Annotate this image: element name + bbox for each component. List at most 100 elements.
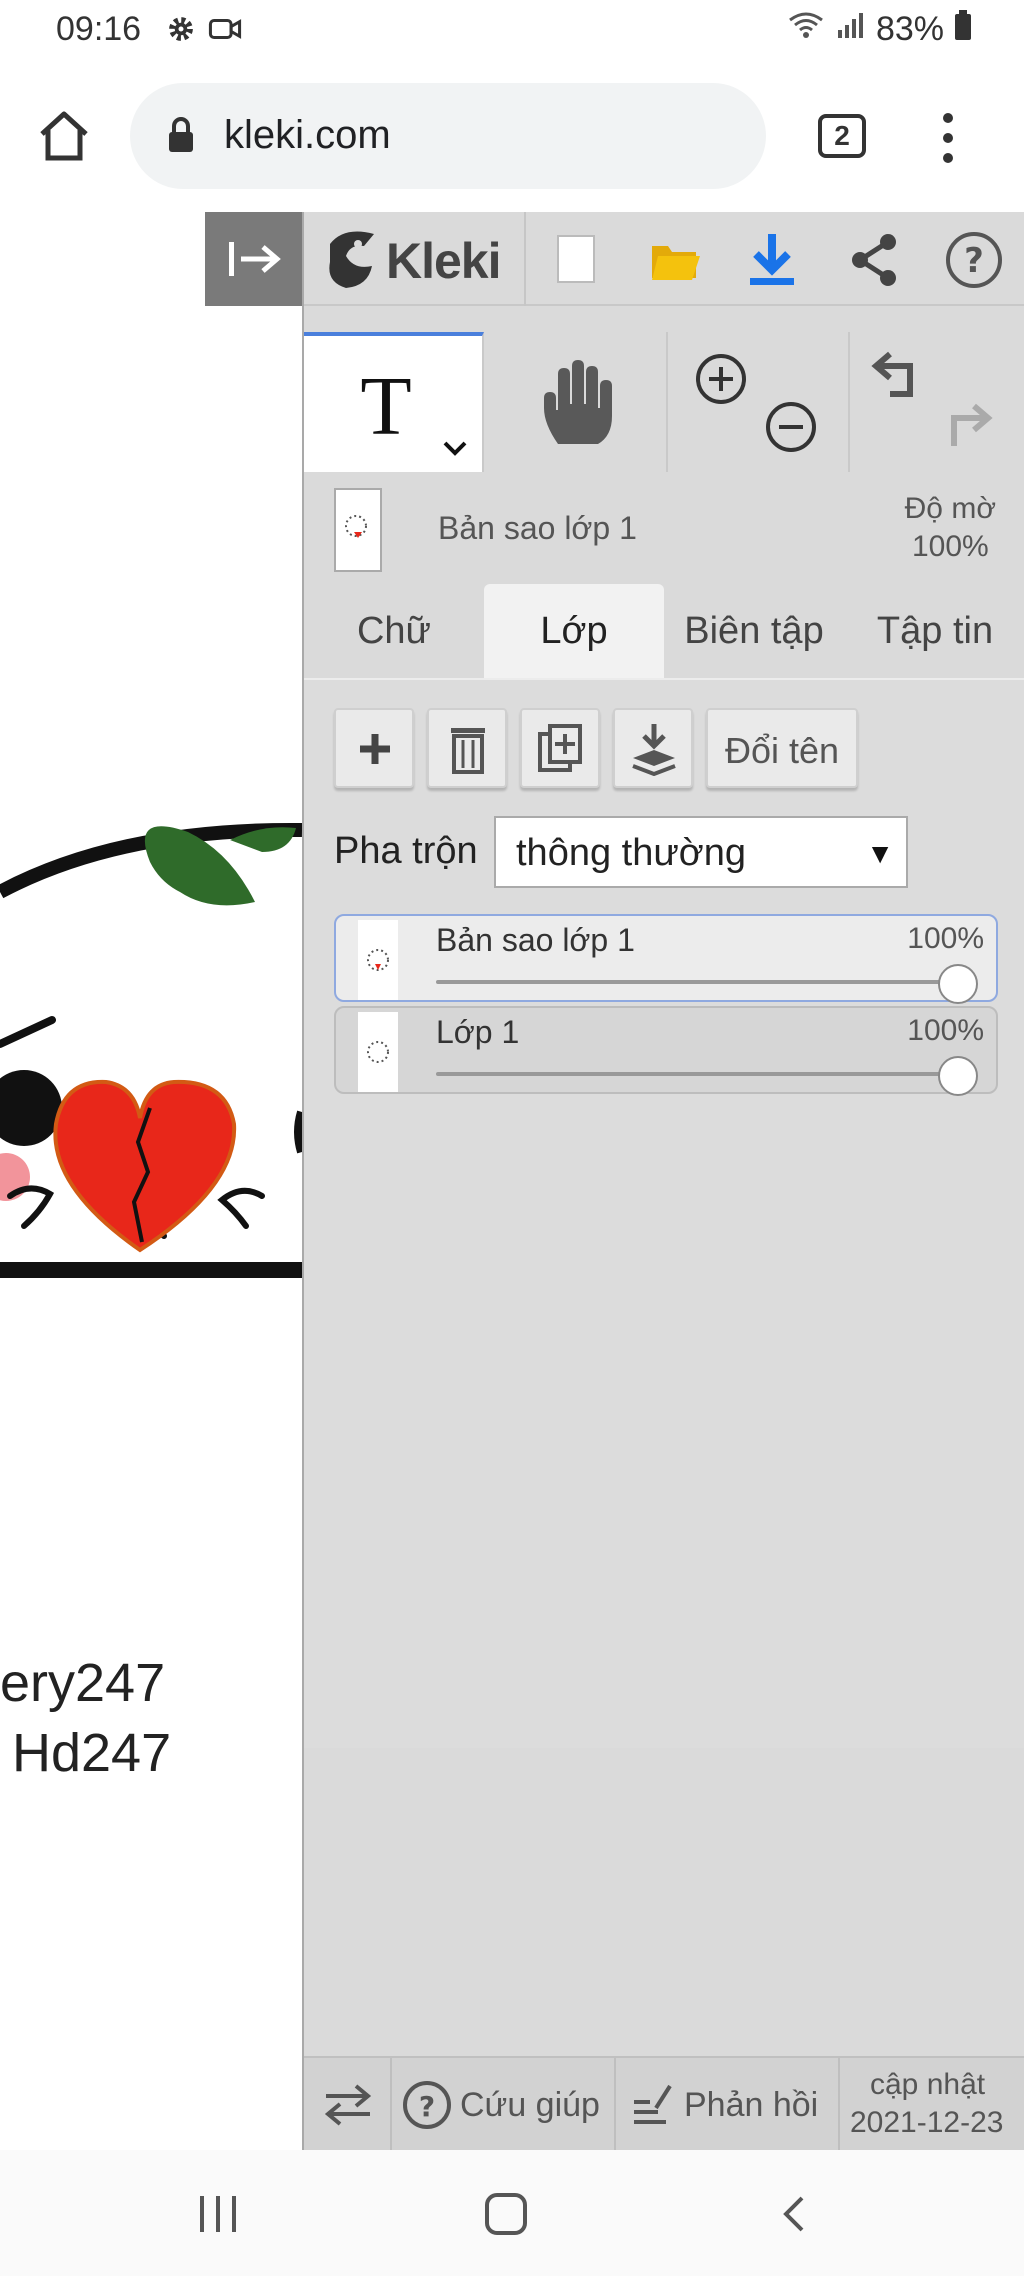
current-layer-name: Bản sao lớp 1 xyxy=(438,510,637,546)
layer-opacity-value: 100% xyxy=(907,1014,984,1047)
text-tool-button[interactable]: T xyxy=(304,332,484,472)
opacity-label: Độ mờ xyxy=(904,492,996,525)
tab-switcher-button[interactable]: 2 xyxy=(818,114,866,158)
rename-layer-label: Đổi tên xyxy=(724,730,840,771)
canvas-credit-line-1: ery247 xyxy=(0,1653,166,1713)
editor-panel: Kleki ? T Bản sao lớp 1 Độ mờ 100% Chữ L… xyxy=(302,212,1024,2152)
url-text: kleki.com xyxy=(224,113,391,157)
undo-icon[interactable] xyxy=(866,348,922,402)
redo-icon[interactable] xyxy=(942,400,998,454)
tab-edit[interactable]: Biên tập xyxy=(664,584,844,678)
more-menu-icon[interactable] xyxy=(940,112,956,169)
svg-text:?: ? xyxy=(419,2090,435,2123)
tool-dropdown-chevron-icon[interactable] xyxy=(442,440,468,456)
wifi-icon xyxy=(786,10,826,49)
layer-thumbnail xyxy=(358,920,398,1000)
address-bar[interactable]: kleki.com xyxy=(130,83,766,189)
status-right: 83% xyxy=(786,10,972,49)
zoom-controls xyxy=(668,332,850,472)
new-file-icon[interactable] xyxy=(556,234,596,289)
zoom-in-icon[interactable] xyxy=(694,352,748,406)
update-date: 2021-12-23 xyxy=(850,2106,1004,2139)
layer-opacity-value: 100% xyxy=(907,922,984,955)
blend-mode-value: thông thường xyxy=(516,832,746,874)
help-label: Cứu giúp xyxy=(460,2086,600,2124)
recent-apps-icon[interactable] xyxy=(196,2194,240,2234)
current-layer-thumbnail xyxy=(334,488,382,572)
feedback-label: Phản hồi xyxy=(684,2086,819,2124)
help-circle-icon: ? xyxy=(403,2081,451,2129)
layer-thumbnail xyxy=(358,1012,398,1092)
update-info: cập nhật 2021-12-23 xyxy=(840,2058,1024,2152)
zoom-out-icon[interactable] xyxy=(764,400,818,454)
feedback-button[interactable]: Phản hồi xyxy=(616,2058,840,2152)
canvas-credit-line-2: Hd247 xyxy=(12,1723,172,1783)
layer-opacity-slider[interactable] xyxy=(436,980,960,984)
share-icon[interactable] xyxy=(848,232,900,293)
duplicate-layer-button[interactable] xyxy=(520,708,600,788)
panel-tabs: Chữ Lớp Biên tập Tập tin xyxy=(304,584,1024,678)
layer-opacity-slider-handle[interactable] xyxy=(938,1056,978,1096)
trash-icon xyxy=(451,728,485,774)
opacity-value: 100% xyxy=(911,530,989,563)
layer-opacity-slider[interactable] xyxy=(436,1072,960,1076)
tool-row: T xyxy=(304,332,1024,472)
tab-file[interactable]: Tập tin xyxy=(844,584,1024,678)
swap-arrows-icon xyxy=(324,2084,372,2126)
feedback-pen-icon xyxy=(634,2084,672,2124)
current-layer-info: Bản sao lớp 1 Độ mờ 100% xyxy=(304,474,1024,574)
swap-side-button[interactable] xyxy=(304,2058,392,2152)
collapse-arrow-icon xyxy=(229,242,281,276)
add-layer-button[interactable] xyxy=(334,708,414,788)
text-tool-icon: T xyxy=(360,370,411,440)
battery-icon xyxy=(954,10,972,49)
settings-icon xyxy=(166,14,196,53)
history-controls xyxy=(850,332,1024,472)
hand-tool-button[interactable] xyxy=(484,332,668,472)
tab-layers[interactable]: Lớp xyxy=(484,584,664,678)
app-logo-text: Kleki xyxy=(386,233,502,289)
status-bar: 09:16 83% xyxy=(0,0,1024,62)
canvas-drawing xyxy=(0,822,302,1278)
update-label: cập nhật xyxy=(870,2068,986,2101)
rename-layer-button[interactable]: Đổi tên xyxy=(706,708,858,788)
browser-toolbar: kleki.com 2 xyxy=(0,62,1024,212)
delete-layer-button[interactable] xyxy=(427,708,507,788)
system-nav-bar xyxy=(0,2150,1024,2276)
blend-mode-label: Pha trộn xyxy=(334,830,478,872)
help-icon[interactable]: ? xyxy=(944,230,1004,295)
home-icon[interactable] xyxy=(36,108,92,169)
dropdown-arrow-icon: ▼ xyxy=(866,838,894,869)
opacity-readout: Độ mờ 100% xyxy=(905,490,996,566)
duplicate-icon xyxy=(538,724,582,772)
plus-icon xyxy=(360,734,390,764)
kleki-logo-icon xyxy=(329,231,374,288)
layer-name: Bản sao lớp 1 xyxy=(436,922,635,958)
download-icon[interactable] xyxy=(746,230,798,293)
blend-mode-select[interactable]: thông thường ▼ xyxy=(494,816,908,888)
merge-down-icon xyxy=(632,724,676,776)
layer-opacity-slider-handle[interactable] xyxy=(938,964,978,1004)
layer-name: Lớp 1 xyxy=(436,1014,520,1050)
collapse-panel-button[interactable] xyxy=(205,212,302,306)
app-header: Kleki ? xyxy=(304,212,1024,306)
open-folder-icon[interactable] xyxy=(648,236,700,289)
home-nav-icon[interactable] xyxy=(484,2192,528,2236)
drawing-canvas[interactable]: ery247 Hd247 xyxy=(0,212,302,2150)
tab-text[interactable]: Chữ xyxy=(304,584,484,678)
hand-icon xyxy=(544,360,612,444)
svg-text:?: ? xyxy=(964,241,984,281)
svg-text:T: T xyxy=(360,370,411,440)
video-icon xyxy=(208,14,242,53)
layer-item[interactable]: Lớp 1 100% xyxy=(334,1006,998,1096)
merge-down-button[interactable] xyxy=(613,708,693,788)
help-button[interactable]: ? Cứu giúp xyxy=(392,2058,616,2152)
status-time: 09:16 xyxy=(56,10,142,48)
signal-icon xyxy=(836,10,866,49)
lock-icon xyxy=(166,116,196,161)
panel-footer: ? Cứu giúp Phản hồi cập nhật 2021-12-23 xyxy=(304,2056,1024,2152)
battery-text: 83% xyxy=(875,10,944,48)
layer-item[interactable]: Bản sao lớp 1 100% xyxy=(334,914,998,1004)
layers-panel: Đổi tên Pha trộn thông thường ▼ Bản sao … xyxy=(304,678,1024,1748)
back-icon[interactable] xyxy=(780,2194,808,2234)
